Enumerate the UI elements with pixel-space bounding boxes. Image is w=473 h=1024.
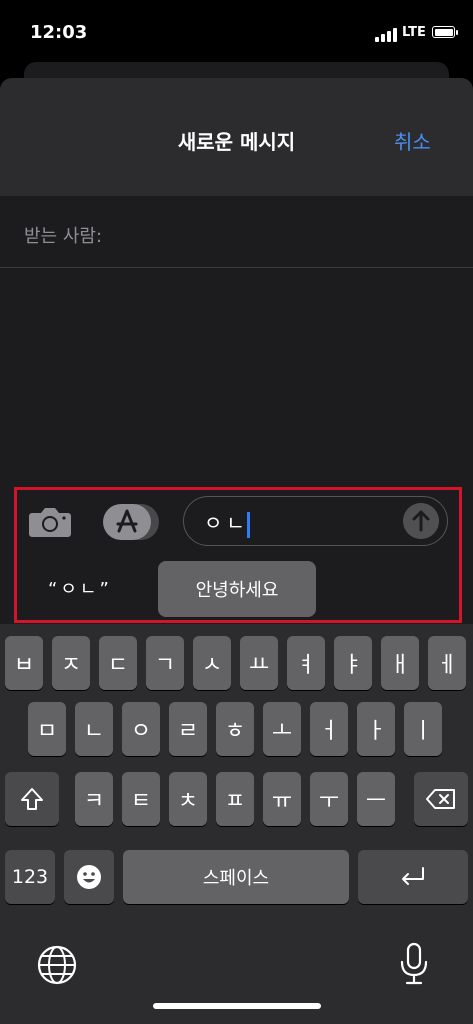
key[interactable]: ㅈ <box>52 636 90 690</box>
key[interactable]: ㄹ <box>169 702 207 756</box>
key[interactable]: ㅊ <box>169 772 207 826</box>
status-bar: 12:03 LTE <box>0 0 473 60</box>
key[interactable]: ㄷ <box>99 636 137 690</box>
battery-icon <box>432 26 458 38</box>
emoji-icon <box>77 865 101 889</box>
key[interactable]: ㅁ <box>28 702 66 756</box>
key[interactable]: ㅛ <box>240 636 278 690</box>
home-indicator <box>153 1003 321 1009</box>
return-key[interactable] <box>358 850 468 904</box>
return-icon <box>402 867 424 885</box>
shift-icon <box>21 788 43 810</box>
key[interactable]: ㅑ <box>334 636 372 690</box>
key[interactable]: ㅡ <box>357 772 395 826</box>
key[interactable]: ㅍ <box>216 772 254 826</box>
key[interactable]: ㅣ <box>404 702 442 756</box>
key[interactable]: ㅐ <box>381 636 419 690</box>
conversation-area <box>0 268 473 488</box>
signal-icon <box>375 28 397 42</box>
key[interactable]: ㅜ <box>310 772 348 826</box>
key[interactable]: ㅔ <box>428 636 466 690</box>
key[interactable]: ㅓ <box>310 702 348 756</box>
highlight-box <box>14 487 462 623</box>
network-label: LTE <box>402 25 426 40</box>
key[interactable]: ㅏ <box>357 702 395 756</box>
status-time: 12:03 <box>30 22 88 43</box>
key[interactable]: ㅗ <box>263 702 301 756</box>
key[interactable]: ㅂ <box>5 636 43 690</box>
key[interactable]: ㅌ <box>122 772 160 826</box>
backspace-key[interactable] <box>414 772 468 826</box>
key[interactable]: ㅠ <box>263 772 301 826</box>
numbers-key[interactable]: 123 <box>5 850 55 904</box>
key[interactable]: ㅎ <box>216 702 254 756</box>
shift-key[interactable] <box>5 772 59 826</box>
key[interactable]: ㄴ <box>75 702 113 756</box>
key[interactable]: ㄱ <box>146 636 184 690</box>
key[interactable]: ㅅ <box>193 636 231 690</box>
emoji-key[interactable] <box>64 850 114 904</box>
space-key[interactable]: 스페이스 <box>123 850 349 904</box>
recipient-label: 받는 사람: <box>24 226 103 247</box>
backspace-icon <box>426 789 455 809</box>
key[interactable]: ㅇ <box>122 702 160 756</box>
microphone-icon[interactable] <box>398 942 430 986</box>
cancel-button[interactable]: 취소 <box>394 126 431 155</box>
key[interactable]: ㅋ <box>75 772 113 826</box>
key[interactable]: ㅕ <box>287 636 325 690</box>
globe-icon[interactable] <box>36 944 78 986</box>
